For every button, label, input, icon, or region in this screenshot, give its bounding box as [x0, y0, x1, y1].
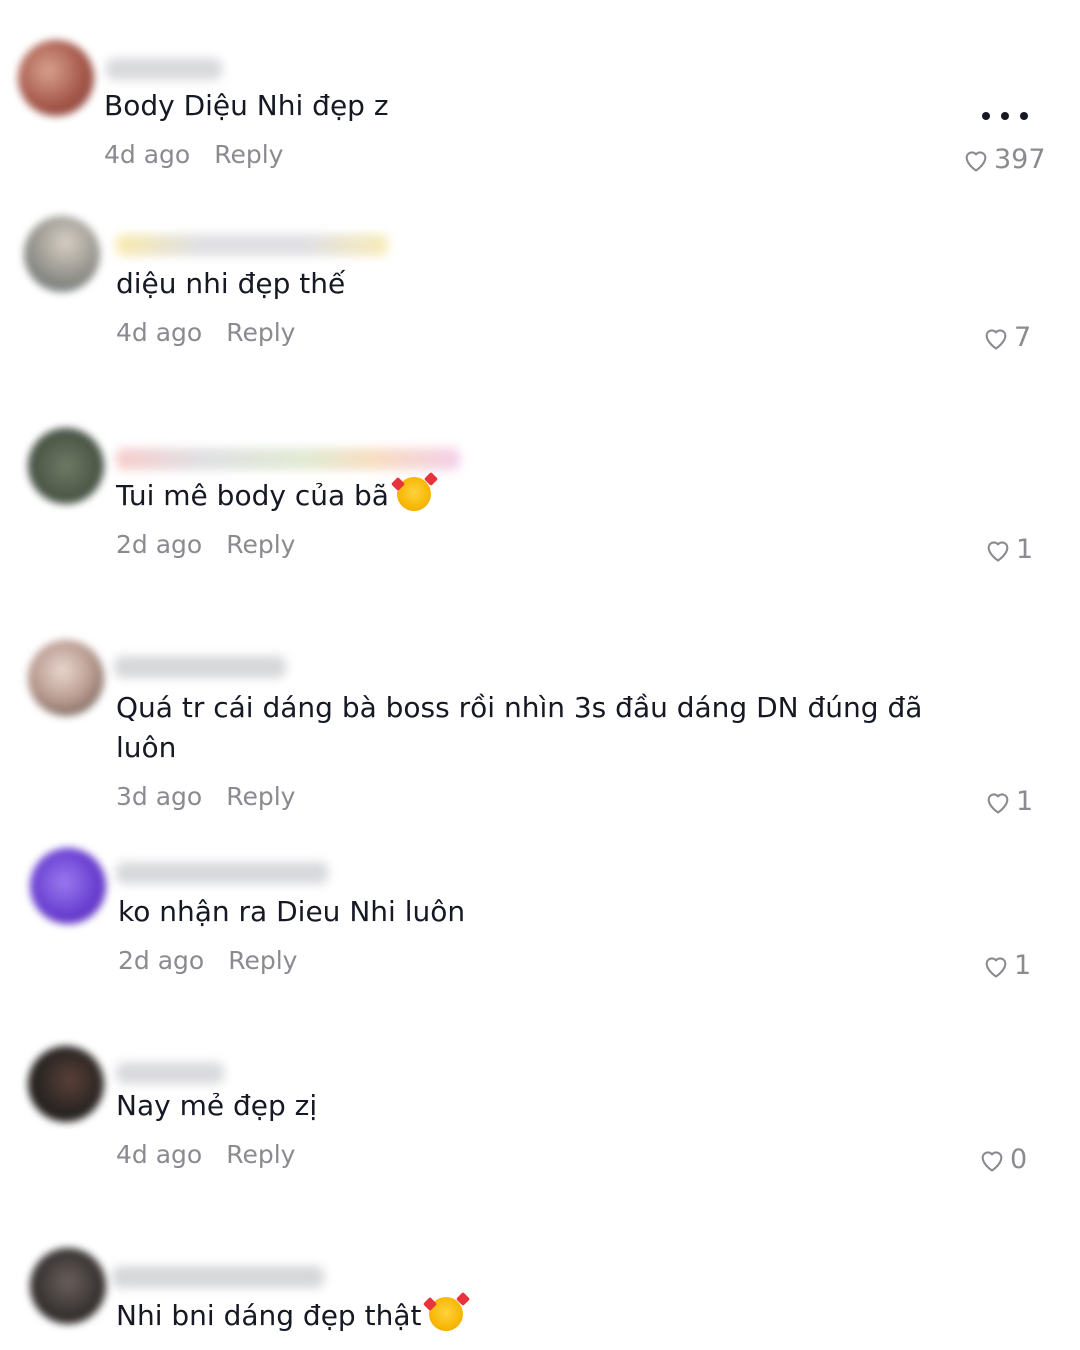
comment-meta: 2d ago Reply	[116, 530, 295, 559]
more-options-button[interactable]	[982, 106, 1028, 126]
comment-text: diệu nhi đẹp thế	[116, 267, 346, 300]
like-count: 397	[994, 144, 1046, 175]
reply-button[interactable]: Reply	[226, 782, 295, 811]
username[interactable]	[116, 862, 328, 884]
comment-text: Quá tr cái dáng bà boss rồi nhìn 3s đầu …	[116, 691, 923, 764]
more-dot-icon	[1020, 112, 1028, 120]
comment-text: Body Diệu Nhi đẹp z	[104, 89, 389, 122]
username[interactable]	[116, 234, 388, 256]
heart-outline-icon	[987, 540, 1009, 562]
heart-outline-icon	[965, 150, 987, 172]
like-button[interactable]: 1	[982, 950, 1031, 981]
more-dot-icon	[982, 112, 990, 120]
comment-meta: 4d ago Reply	[104, 140, 283, 169]
heart-outline-icon	[985, 956, 1007, 978]
heart-outline-icon	[981, 1150, 1003, 1172]
comment-meta: 3d ago Reply	[116, 782, 295, 811]
username[interactable]	[114, 656, 286, 678]
reply-button[interactable]: Reply	[226, 318, 295, 347]
smiling-face-with-hearts-emoji-icon	[396, 477, 431, 511]
comment-meta: 4d ago Reply	[116, 318, 295, 347]
heart-outline-icon	[985, 328, 1007, 350]
avatar[interactable]	[30, 1248, 106, 1324]
comment-meta: 2d ago Reply	[118, 946, 297, 975]
username[interactable]	[116, 448, 460, 470]
comment-text: ko nhận ra Dieu Nhi luôn	[118, 895, 466, 928]
like-count: 0	[1010, 1144, 1028, 1175]
avatar[interactable]	[28, 640, 104, 716]
reply-button[interactable]: Reply	[226, 1140, 295, 1169]
like-button[interactable]: 397	[962, 144, 1046, 175]
comment-time: 2d ago	[116, 530, 203, 559]
avatar[interactable]	[28, 428, 104, 504]
like-count: 1	[1016, 786, 1034, 817]
like-button[interactable]: 1	[984, 786, 1033, 817]
comment-text: Tui mê body của bã	[116, 476, 431, 516]
comment-time: 4d ago	[104, 140, 191, 169]
comment-time: 2d ago	[118, 946, 205, 975]
comment-text: Nhi bni dáng đẹp thật	[116, 1296, 464, 1336]
heart-outline-icon	[987, 792, 1009, 814]
avatar[interactable]	[18, 40, 94, 116]
like-button[interactable]: 1	[984, 534, 1033, 565]
avatar[interactable]	[30, 848, 106, 924]
avatar[interactable]	[24, 216, 100, 292]
like-button[interactable]: 7	[982, 322, 1031, 353]
smiling-face-with-hearts-emoji-icon	[429, 1297, 464, 1331]
reply-button[interactable]: Reply	[214, 140, 283, 169]
reply-button[interactable]: Reply	[228, 946, 297, 975]
comment-time: 4d ago	[116, 318, 203, 347]
username[interactable]	[112, 1266, 324, 1288]
comment-meta: 4d ago Reply	[116, 1140, 295, 1169]
like-count: 1	[1014, 950, 1032, 981]
reply-button[interactable]: Reply	[226, 530, 295, 559]
username[interactable]	[116, 1062, 224, 1084]
like-count: 1	[1016, 534, 1034, 565]
like-count: 7	[1014, 322, 1032, 353]
comment-time: 4d ago	[116, 1140, 203, 1169]
like-button[interactable]: 0	[978, 1144, 1027, 1175]
username[interactable]	[106, 58, 222, 80]
comment-text: Nay mẻ đẹp zị	[116, 1089, 318, 1122]
comment-time: 3d ago	[116, 782, 203, 811]
more-dot-icon	[1001, 112, 1009, 120]
avatar[interactable]	[28, 1046, 104, 1122]
